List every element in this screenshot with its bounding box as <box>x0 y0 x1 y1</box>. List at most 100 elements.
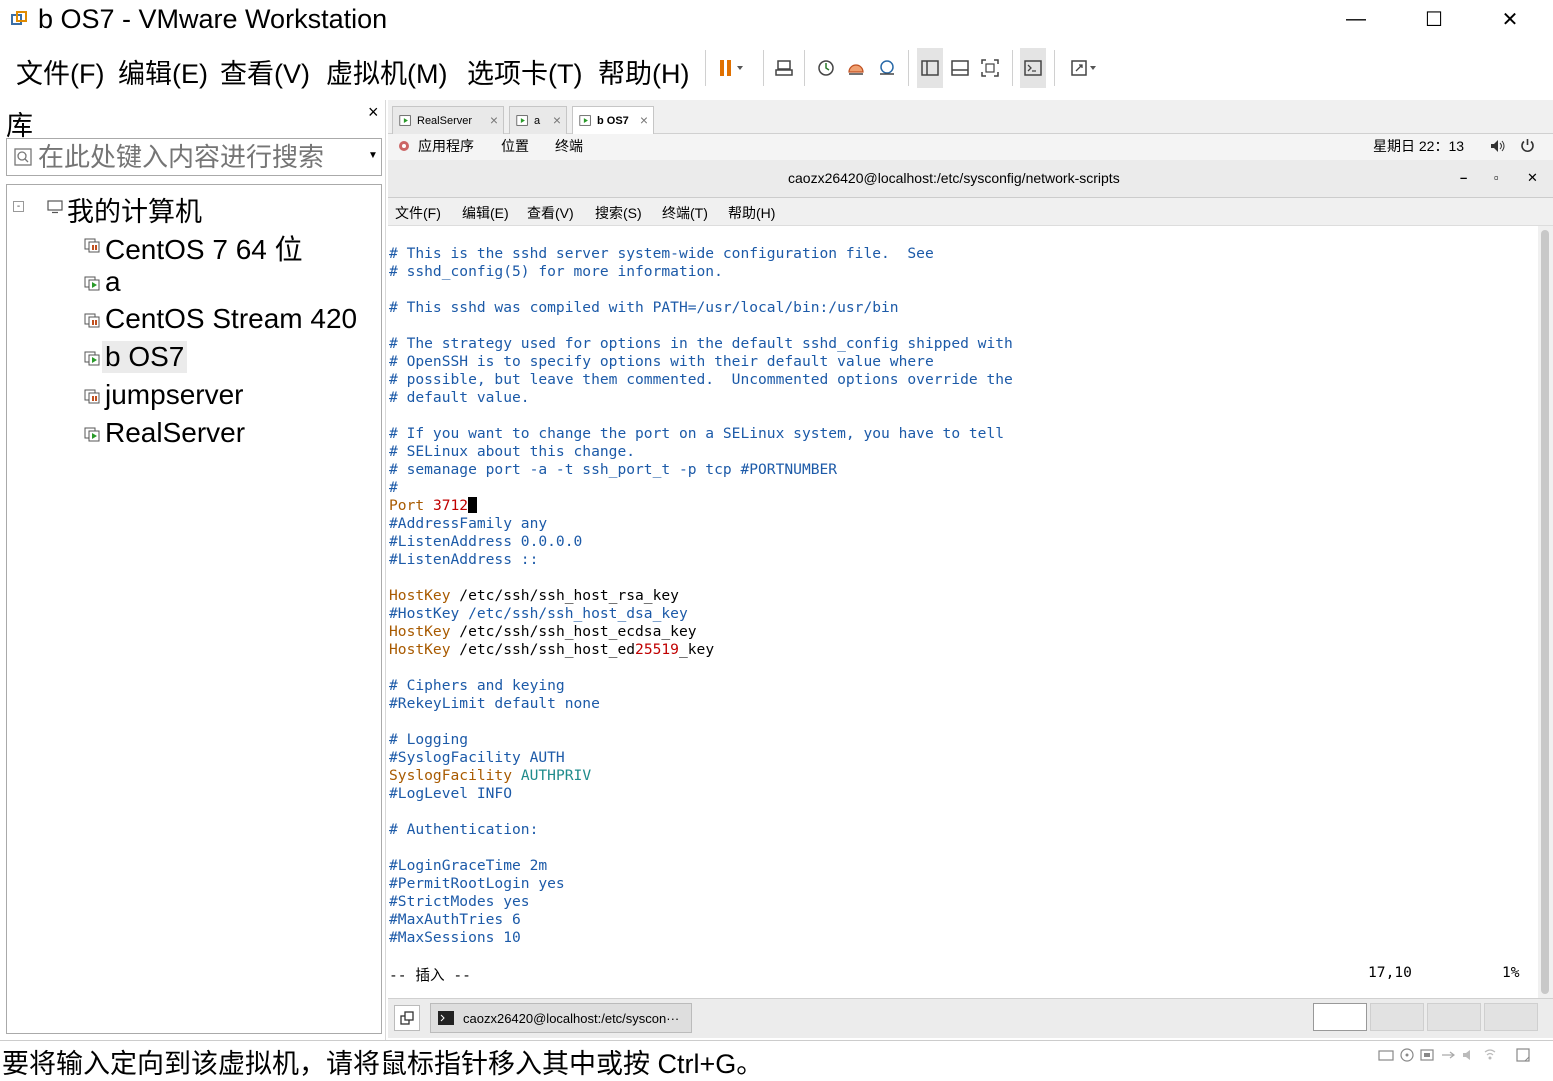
library-search-input[interactable] <box>38 140 358 174</box>
terminal-close-button[interactable]: ✕ <box>1527 170 1538 186</box>
snapshot-manager-icon <box>880 60 894 75</box>
stretch-button[interactable] <box>1064 48 1104 88</box>
revert-snapshot-icon <box>848 64 864 75</box>
terminal-line: #MaxAuthTries 6 <box>389 911 521 928</box>
guest-menu-places[interactable]: 位置 <box>501 136 529 156</box>
console-view-button[interactable] <box>1020 48 1046 88</box>
vim-mode-indicator: -- 插入 -- <box>389 967 471 984</box>
message-log-icon[interactable] <box>1515 1048 1531 1062</box>
tab-label: a <box>534 114 541 127</box>
terminal-line: #HostKey /etc/ssh/ssh_host_dsa_key <box>389 605 688 622</box>
search-dropdown-arrow-icon[interactable]: ▼ <box>368 150 378 161</box>
library-view-button[interactable] <box>917 48 943 88</box>
vm-running-icon <box>84 276 100 291</box>
taskbar-terminal-item[interactable]: caozx26420@localhost:/etc/syscon··· <box>430 1003 692 1033</box>
close-button[interactable]: ✕ <box>1472 0 1548 38</box>
terminal-line: #SyslogFacility AUTH <box>389 749 565 766</box>
tree-collapse-toggle[interactable]: - <box>13 201 24 212</box>
terminal-menu-search[interactable]: 搜索(S) <box>595 203 642 223</box>
terminal-line: #AddressFamily any <box>389 515 548 532</box>
tab-close-button[interactable]: × <box>490 112 498 128</box>
snapshot-icon <box>818 60 834 76</box>
vm-item-label: CentOS Stream 420 <box>105 303 358 334</box>
guest-clock[interactable]: 星期日 22：13 <box>1373 136 1464 156</box>
workspace-1[interactable] <box>1313 1003 1367 1031</box>
snapshot-manager-button[interactable] <box>874 48 900 88</box>
tab-close-button[interactable]: × <box>553 112 561 128</box>
menu-view[interactable]: 查看(V) <box>220 52 310 91</box>
workspace-3[interactable] <box>1427 1003 1481 1031</box>
terminal-line: #StrictModes yes <box>389 893 530 910</box>
tab-close-button[interactable]: × <box>640 112 648 128</box>
workspace-2[interactable] <box>1370 1003 1424 1031</box>
terminal-menu-help[interactable]: 帮助(H) <box>728 203 775 223</box>
library-close-button[interactable]: × <box>368 102 379 123</box>
menu-edit[interactable]: 编辑(E) <box>118 52 208 91</box>
terminal-maximize-button[interactable]: ▫ <box>1494 170 1499 185</box>
vm-running-icon <box>399 115 411 126</box>
library-view-icon <box>921 60 939 76</box>
tab-b-os7[interactable]: b OS7 × <box>572 106 654 134</box>
sound-card-icon[interactable] <box>1461 1048 1477 1062</box>
menu-help[interactable]: 帮助(H) <box>598 52 689 91</box>
text-cursor <box>468 497 478 513</box>
vm-running-icon <box>84 427 100 442</box>
terminal-line: #LoginGraceTime 2m <box>389 857 548 874</box>
usb-icon[interactable] <box>1440 1048 1456 1062</box>
volume-icon[interactable] <box>1490 139 1506 153</box>
toolbar-separator <box>804 50 805 86</box>
toolbar-separator <box>1054 50 1055 86</box>
vm-item-label: RealServer <box>105 417 246 448</box>
menu-file[interactable]: 文件(F) <box>16 52 104 91</box>
maximize-button[interactable]: ☐ <box>1396 0 1472 38</box>
vm-powered-off-icon <box>84 238 100 253</box>
tab-label: b OS7 <box>597 114 629 127</box>
terminal-menu-terminal[interactable]: 终端(T) <box>662 203 708 223</box>
network-adapter-icon[interactable] <box>1419 1048 1435 1062</box>
terminal-title: caozx26420@localhost:/etc/sysconfig/netw… <box>788 170 1120 186</box>
send-ctrl-alt-del-button[interactable] <box>771 48 797 88</box>
terminal-icon <box>438 1011 454 1025</box>
revert-snapshot-button[interactable] <box>843 48 869 88</box>
tree-root-my-computer[interactable]: 我的计算机 <box>67 190 202 229</box>
terminal-menu-file[interactable]: 文件(F) <box>395 203 441 223</box>
power-icon[interactable] <box>1520 138 1535 153</box>
toolbar-separator <box>908 50 909 86</box>
show-desktop-button[interactable] <box>394 1005 420 1031</box>
hard-disk-icon[interactable] <box>1378 1048 1394 1062</box>
vm-item-label: CentOS 7 64 位 <box>105 234 303 265</box>
thumbnail-view-button[interactable] <box>947 48 973 88</box>
snapshot-button[interactable] <box>813 48 839 88</box>
terminal-minimize-button[interactable]: – <box>1460 170 1467 185</box>
status-message: 要将输入定向到该虚拟机，请将鼠标指针移入其中或按 Ctrl+G。 <box>2 1049 764 1079</box>
tab-realserver[interactable]: RealServer × <box>392 106 504 134</box>
terminal-menu-edit[interactable]: 编辑(E) <box>462 203 509 223</box>
terminal-line: HostKey /etc/ssh/ssh_host_ed25519_key <box>389 641 715 658</box>
tab-a[interactable]: a × <box>509 106 567 134</box>
vm-powered-off-icon <box>84 389 100 404</box>
vm-powered-off-icon <box>84 313 100 328</box>
wireless-icon[interactable] <box>1482 1048 1498 1062</box>
fullscreen-button[interactable] <box>977 48 1003 88</box>
cd-dvd-icon[interactable] <box>1399 1048 1415 1062</box>
workspace-4[interactable] <box>1484 1003 1538 1031</box>
menu-vm[interactable]: 虚拟机(M) <box>326 52 447 91</box>
pause-button[interactable] <box>712 48 752 88</box>
terminal-line: SyslogFacility AUTHPRIV <box>389 767 592 784</box>
computer-icon <box>47 200 63 214</box>
vim-cursor-position: 17,10 <box>1368 964 1412 981</box>
terminal-scrollbar-thumb[interactable] <box>1541 230 1549 994</box>
guest-menu-terminal[interactable]: 终端 <box>555 136 583 156</box>
minimize-button[interactable]: — <box>1318 0 1394 38</box>
thumbnail-view-icon <box>951 60 969 76</box>
tab-label: RealServer <box>417 114 473 127</box>
send-keys-icon <box>775 60 793 76</box>
guest-menu-applications[interactable]: 应用程序 <box>418 136 474 156</box>
toolbar-separator <box>763 50 764 86</box>
menu-tabs[interactable]: 选项卡(T) <box>467 52 582 91</box>
terminal-menu-view[interactable]: 查看(V) <box>527 203 574 223</box>
terminal-line: #ListenAddress 0.0.0.0 <box>389 533 583 550</box>
search-icon <box>14 148 32 166</box>
